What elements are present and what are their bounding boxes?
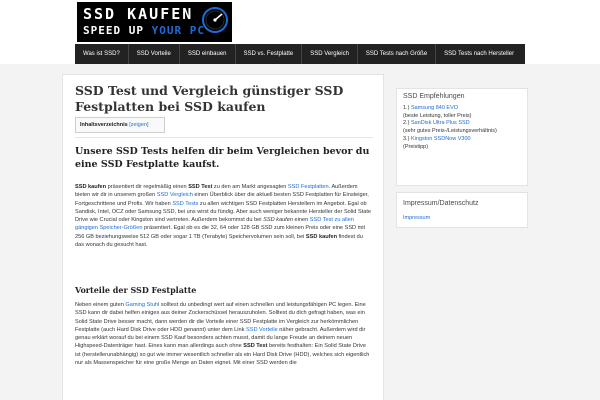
main-article: SSD Test und Vergleich günstiger SSD Fes… [62, 74, 384, 400]
toc-toggle-link[interactable]: [zeigen] [129, 122, 148, 128]
nav-item-ssd-vorteile[interactable]: SSD Vorteile [129, 44, 179, 64]
text: Neben einem guten [75, 302, 126, 308]
link-ssd-festplatten[interactable]: SSD Festplatten [288, 184, 329, 190]
nav-item-ssd-einbauen[interactable]: SSD einbauen [180, 44, 235, 64]
speedometer-icon [202, 7, 228, 33]
list-item: 1.) Samsung 840 EVO [403, 105, 525, 113]
divider [75, 137, 373, 138]
main-navigation: Was ist SSD? SSD Vorteile SSD einbauen S… [75, 44, 525, 64]
table-of-contents: Inhaltsverzeichnis [zeigen] [75, 117, 165, 133]
bold-text: SSD Test [243, 343, 268, 350]
recommendation-list: 1.) Samsung 840 EVO (beste Leistung, tol… [403, 105, 525, 151]
logo-title: SSD KAUFEN [83, 5, 194, 23]
widget-ssd-empfehlungen: SSD Empfehlungen 1.) Samsung 840 EVO (be… [396, 88, 528, 186]
toc-title: Inhaltsverzeichnis [80, 122, 128, 128]
bold-text: SSD kaufen [305, 233, 338, 240]
link-sandisk-ultra-plus[interactable]: SanDisk Ultra Plus SSD [411, 120, 470, 126]
vorteile-paragraph: Neben einem guten Gaming Stuhl solltest … [75, 301, 373, 367]
nav-item-was-ist-ssd[interactable]: Was ist SSD? [75, 44, 128, 64]
list-item: 2.) SanDisk Ultra Plus SSD [403, 120, 525, 128]
italic-text: SSD kaufen [263, 217, 293, 224]
intro-heading: Unsere SSD Tests helfen dir beim Verglei… [75, 146, 370, 170]
list-item-note: (sehr gutes Preis-/Leistungsverhältnis) [403, 128, 497, 135]
text: präsentiert dir regelmäßig einen [106, 184, 189, 190]
list-item-note: (Preistipp) [403, 143, 429, 150]
link-ssd-vorteile[interactable]: SSD Vorteile [246, 327, 278, 333]
text: einen [292, 217, 310, 224]
link-ssd-tests[interactable]: SSD Tests [172, 201, 198, 207]
text: zu den am Markt angesagten [212, 184, 288, 190]
intro-paragraph: SSD kaufen präsentiert dir regelmäßig ei… [75, 183, 373, 249]
link-ssd-vergleich[interactable]: SSD Vergleich [157, 192, 193, 198]
widget-title: SSD Empfehlungen [403, 93, 465, 100]
bold-text: SSD kaufen [75, 184, 107, 190]
list-item: 3.) Kingston SSDNow V300 [403, 136, 525, 144]
list-number: 1.) [403, 105, 410, 111]
logo-tagline-part1: SPEED UP [83, 24, 144, 37]
link-gaming-stuhl[interactable]: Gaming Stuhl [125, 302, 159, 308]
nav-item-ssd-vergleich[interactable]: SSD Vergleich [302, 44, 357, 64]
page-title: SSD Test und Vergleich günstiger SSD Fes… [75, 83, 344, 114]
link-samsung-840-evo[interactable]: Samsung 840 EVO [411, 105, 458, 111]
widget-impressum: Impressum/Datenschutz Impressum [396, 192, 528, 228]
nav-item-ssd-vs-festplatte[interactable]: SSD vs. Festplatte [236, 44, 302, 64]
nav-item-tests-nach-groesse[interactable]: SSD Tests nach Größe [358, 44, 435, 64]
site-logo[interactable]: SSD KAUFEN SPEED UP YOUR PC [77, 2, 232, 42]
vorteile-heading: Vorteile der SSD Festplatte [75, 285, 197, 295]
link-kingston-ssdnow-v300[interactable]: Kingston SSDNow V300 [411, 136, 471, 142]
list-number: 3.) [403, 135, 410, 142]
link-impressum[interactable]: Impressum [403, 215, 430, 221]
logo-tagline: SPEED UP YOUR PC [83, 24, 205, 37]
logo-tagline-part2: YOUR PC [151, 24, 205, 37]
site-header: SSD KAUFEN SPEED UP YOUR PC [0, 0, 600, 44]
bold-text: SSD Test [188, 184, 213, 190]
list-number: 2.) [403, 120, 410, 127]
nav-item-tests-nach-hersteller[interactable]: SSD Tests nach Hersteller [436, 44, 522, 64]
list-item-note: (beste Leistung, toller Preis) [403, 112, 472, 119]
widget-title: Impressum/Datenschutz [403, 200, 479, 207]
